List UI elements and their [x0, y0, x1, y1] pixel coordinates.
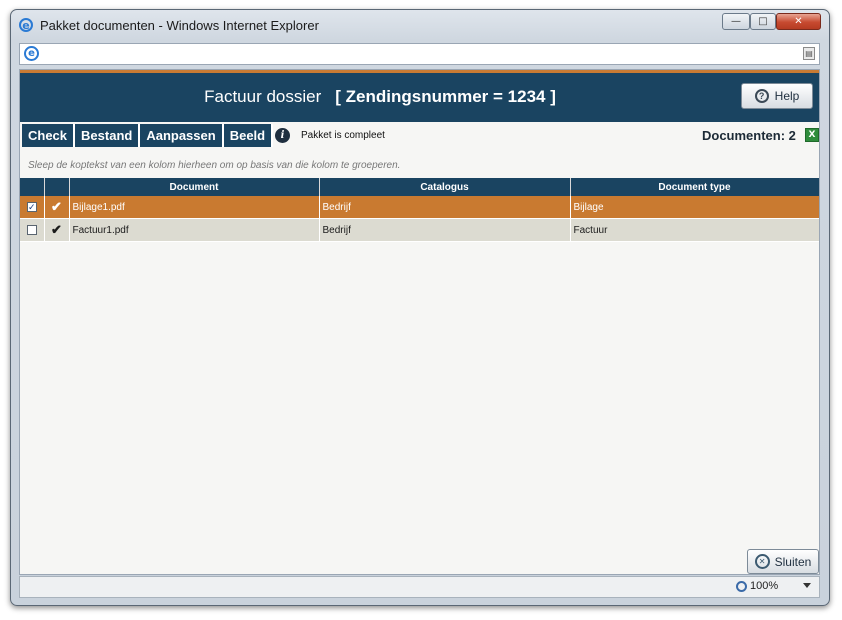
documents-grid: Document Catalogus Document type ✓ ✔ Bij… — [20, 178, 819, 242]
compatibility-icon[interactable]: ▤ — [803, 47, 815, 60]
info-icon: i — [275, 128, 290, 143]
document-cell: Factuur1.pdf — [69, 218, 320, 242]
document-type-cell: Factuur — [570, 218, 819, 242]
select-column-header[interactable] — [20, 178, 45, 196]
help-button[interactable]: ? Help — [741, 83, 813, 109]
group-by-hint: Sleep de koptekst van een kolom hierheen… — [28, 160, 401, 171]
page-title: Factuur dossier [ Zendingsnummer = 1234 ] — [20, 87, 740, 107]
table-row[interactable]: ✔ Factuur1.pdf Bedrijf Factuur — [20, 218, 819, 242]
column-header-catalogus[interactable]: Catalogus — [319, 178, 571, 196]
document-cell: Bijlage1.pdf — [69, 196, 320, 219]
column-header-document-type[interactable]: Document type — [570, 178, 819, 196]
menu-aanpassen[interactable]: Aanpassen — [140, 124, 224, 147]
close-circle-icon: ✕ — [754, 554, 770, 569]
catalogus-cell: Bedrijf — [319, 196, 571, 219]
page-content: Factuur dossier [ Zendingsnummer = 1234 ]… — [19, 69, 820, 575]
row-checkbox[interactable]: ✓ — [26, 202, 37, 212]
browser-window: e Pakket documenten - Windows Internet E… — [10, 9, 830, 606]
zoom-icon — [736, 580, 747, 592]
browser-status-bar: 100% — [19, 576, 820, 598]
checkmark-icon: ✔ — [44, 218, 70, 242]
address-bar[interactable]: e ▤ — [19, 43, 820, 65]
document-count: Documenten: 2 — [702, 128, 796, 143]
internet-explorer-icon: e — [19, 18, 33, 32]
title-bar: e Pakket documenten - Windows Internet E… — [11, 10, 829, 42]
minimize-button[interactable]: — — [722, 13, 750, 30]
menu-check[interactable]: Check — [22, 124, 76, 147]
document-type-cell: Bijlage — [570, 196, 819, 219]
window-title: Pakket documenten - Windows Internet Exp… — [40, 18, 319, 33]
close-window-button[interactable]: ✕ — [776, 13, 821, 30]
table-row[interactable]: ✓ ✔ Bijlage1.pdf Bedrijf Bijlage — [20, 196, 819, 219]
shipment-number: [ Zendingsnummer = 1234 ] — [335, 87, 556, 106]
grid-header-row: Document Catalogus Document type — [20, 178, 819, 196]
sluiten-label: Sluiten — [774, 554, 812, 569]
package-status: Pakket is compleet — [301, 130, 385, 141]
page-icon: e — [24, 46, 39, 61]
catalogus-cell: Bedrijf — [319, 218, 571, 242]
dossier-title: Factuur dossier — [204, 87, 322, 106]
column-header-document[interactable]: Document — [69, 178, 320, 196]
menu-bar: Check Bestand Aanpassen Beeld — [22, 124, 274, 147]
checkmark-icon: ✔ — [44, 196, 70, 219]
maximize-button[interactable]: □ — [750, 13, 776, 30]
zoom-level: 100% — [750, 580, 779, 592]
status-column-header[interactable] — [44, 178, 70, 196]
help-icon: ? — [754, 89, 769, 103]
excel-export-icon[interactable]: X — [805, 128, 819, 142]
dossier-header: Factuur dossier [ Zendingsnummer = 1234 ]… — [20, 70, 819, 122]
menu-beeld[interactable]: Beeld — [223, 124, 274, 147]
sluiten-button[interactable]: ✕ Sluiten — [747, 549, 819, 574]
zoom-control[interactable]: 100% — [736, 580, 778, 592]
row-checkbox[interactable] — [26, 225, 37, 235]
chevron-down-icon[interactable] — [803, 583, 811, 588]
menu-bestand[interactable]: Bestand — [75, 124, 141, 147]
help-label: Help — [774, 89, 800, 103]
